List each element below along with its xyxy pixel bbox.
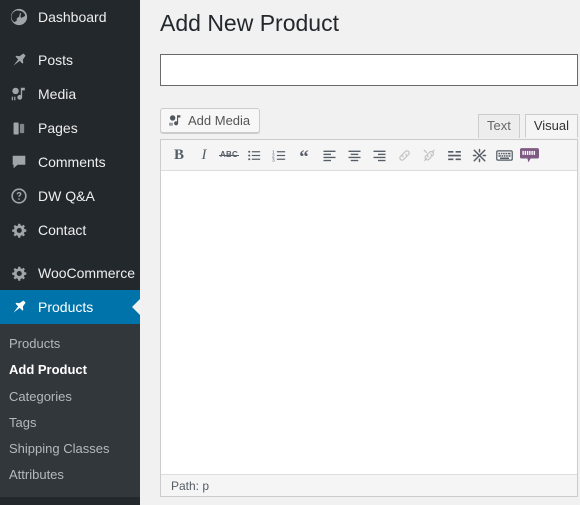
italic-icon[interactable]: I [192, 144, 216, 167]
strikethrough-icon[interactable]: ABC [217, 144, 241, 167]
remove-link-icon[interactable] [417, 144, 441, 167]
add-media-button[interactable]: Add Media [160, 108, 261, 133]
sidebar-item-dashboard[interactable]: Dashboard [0, 0, 140, 34]
editor-path-indicator: Path: p [171, 479, 210, 493]
media-icon [168, 113, 183, 128]
sidebar-separator [0, 496, 140, 505]
tab-text[interactable]: Text [477, 114, 520, 138]
product-title-field-wrap [160, 54, 578, 86]
read-more-icon[interactable] [442, 144, 466, 167]
dashboard-icon [9, 7, 29, 27]
sidebar-item-comments[interactable]: Comments [0, 145, 140, 179]
sidebar-separator [0, 247, 140, 256]
blockquote-glyph: “ [299, 147, 309, 169]
sidebar-item-media[interactable]: Media [0, 77, 140, 111]
sidebar-item-pages[interactable]: Pages [0, 111, 140, 145]
sidebar-item-label: Products [38, 299, 94, 315]
pin-icon [9, 50, 29, 70]
align-right-icon[interactable] [367, 144, 391, 167]
main-content-area: Add New Product Add Media Text Visual B … [140, 0, 580, 505]
media-icon [9, 84, 29, 104]
sidebar-subitem-attributes[interactable]: Attributes [0, 462, 140, 488]
sidebar-subitem-tags[interactable]: Tags [0, 410, 140, 436]
pin-icon [9, 297, 29, 317]
editor-toolbar-group: B I ABC 1 2 3 “ [161, 140, 577, 171]
keyboard-shortcuts-icon[interactable] [492, 144, 516, 167]
gear-icon [9, 220, 29, 240]
bold-icon[interactable]: B [167, 144, 191, 167]
sidebar-item-label: Media [38, 86, 77, 102]
sidebar-subitem-products[interactable]: Products [0, 331, 140, 357]
product-description-editor: Add Media Text Visual B I ABC 1 2 3 “ Pa… [160, 108, 578, 497]
sidebar-item-label: Contact [38, 222, 87, 238]
sidebar-item-label: Comments [38, 154, 106, 170]
sidebar-item-label: Posts [38, 52, 74, 68]
bullet-list-icon[interactable] [242, 144, 266, 167]
add-media-label: Add Media [188, 113, 251, 128]
page-title: Add New Product [160, 10, 339, 36]
media-buttons: Add Media [160, 108, 261, 133]
sidebar-item-contact[interactable]: Contact [0, 213, 140, 247]
editor-container: B I ABC 1 2 3 “ Path: p [160, 139, 578, 497]
strikethrough-glyph: ABC [219, 150, 239, 159]
sidebar-subitem-categories[interactable]: Categories [0, 384, 140, 410]
sidebar-item-posts[interactable]: Posts [0, 43, 140, 77]
editor-content-area[interactable] [161, 171, 577, 474]
sidebar-item-dw-qa[interactable]: DW Q&A [0, 179, 140, 213]
products-submenu: Products Add Product Categories Tags Shi… [0, 324, 140, 497]
editor-tools-bar: Add Media Text Visual [160, 108, 578, 139]
sidebar-item-label: WooCommerce [38, 265, 135, 281]
comments-icon [9, 152, 29, 172]
align-left-icon[interactable] [317, 144, 341, 167]
product-title-input[interactable] [160, 54, 578, 86]
sidebar-item-woocommerce[interactable]: WooCommerce [0, 256, 140, 290]
gear-icon [9, 263, 29, 283]
sidebar-item-label: DW Q&A [38, 188, 95, 204]
svg-text:3: 3 [272, 157, 275, 163]
editor-statusbar: Path: p [161, 474, 577, 496]
sidebar-item-products[interactable]: Products [0, 290, 140, 324]
sidebar-item-label: Pages [38, 120, 78, 136]
blockquote-icon[interactable]: “ [292, 144, 316, 169]
sidebar-subitem-add-product[interactable]: Add Product [0, 357, 140, 383]
woocommerce-shortcodes-icon[interactable] [517, 144, 541, 167]
sidebar-item-label: Dashboard [38, 9, 107, 25]
sidebar-subitem-shipping-classes[interactable]: Shipping Classes [0, 436, 140, 462]
numbered-list-icon[interactable]: 1 2 3 [267, 144, 291, 167]
admin-sidebar-menu: Dashboard Posts Media Pages Comments DW … [0, 0, 140, 505]
sidebar-separator [0, 34, 140, 43]
editor-mode-tabs: Text Visual [473, 108, 578, 138]
align-center-icon[interactable] [342, 144, 366, 167]
tab-visual[interactable]: Visual [524, 114, 578, 138]
italic-glyph: I [201, 146, 207, 163]
wordpress-admin-screen: Dashboard Posts Media Pages Comments DW … [0, 0, 580, 505]
toolbar-toggle-icon[interactable] [467, 144, 491, 167]
editor-toolbar: B I ABC 1 2 3 “ [163, 141, 577, 169]
pages-icon [9, 118, 29, 138]
question-icon [9, 186, 29, 206]
bold-glyph: B [173, 146, 184, 163]
insert-link-icon[interactable] [392, 144, 416, 167]
